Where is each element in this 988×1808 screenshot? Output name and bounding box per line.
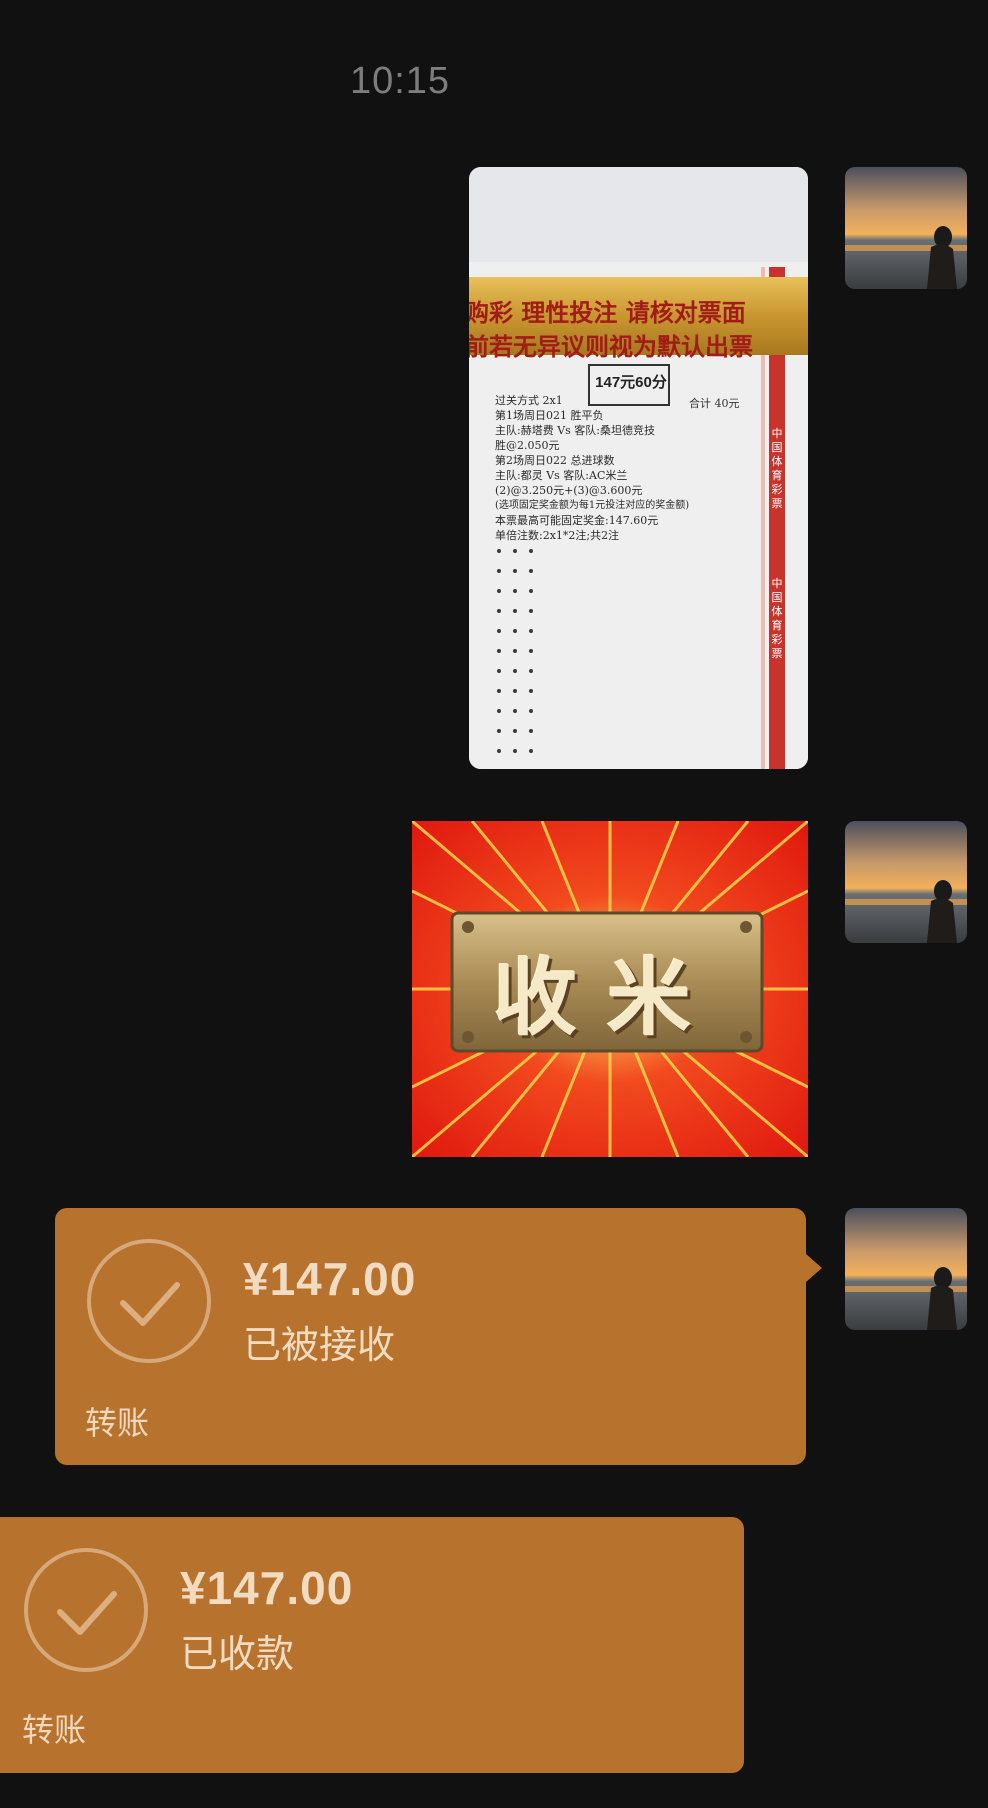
transfer-amount: ¥147.00 bbox=[243, 1253, 417, 1305]
ticket-line: (2)@3.250元+(3)@3.600元 bbox=[495, 484, 643, 497]
shoumi-sticker[interactable]: 收米 bbox=[412, 821, 808, 1157]
ticket-line: 第2场周日022 总进球数 bbox=[495, 454, 615, 467]
transfer-status: 已收款 bbox=[180, 1634, 295, 1676]
transfer-label: 转账 bbox=[22, 1712, 87, 1748]
ticket-line: 第1场周日021 胜平负 bbox=[495, 409, 604, 422]
chat-timestamp: 10:15 bbox=[349, 60, 451, 102]
ticket-line: 胜@2.050元 bbox=[495, 439, 560, 452]
avatar[interactable] bbox=[845, 821, 967, 943]
ticket-banner-line1: 购彩 理性投注 请核对票面 bbox=[469, 299, 746, 327]
transfer-bubble[interactable]: ¥147.00 已被接收 转账 bbox=[55, 1208, 806, 1465]
ticket-line: 过关方式 2x1 bbox=[495, 394, 563, 407]
check-circle-icon bbox=[87, 1239, 211, 1363]
ticket-line: (选项固定奖金额为每1元投注对应的奖金额) bbox=[495, 500, 690, 511]
avatar[interactable] bbox=[845, 1208, 967, 1330]
ticket-lines: 过关方式 2x1 第1场周日021 胜平负 主队:赫塔费 Vs 客队:桑坦德竞技… bbox=[495, 393, 755, 543]
sticker-text: 收米 bbox=[492, 948, 721, 1047]
ticket-stamp: 147元60分 bbox=[595, 374, 667, 391]
transfer-bubble[interactable]: ¥147.00 已收款 转账 bbox=[0, 1517, 744, 1773]
ticket-line: 主队:赫塔费 Vs 客队:桑坦德竞技 bbox=[495, 424, 655, 437]
ticket-side-text: 中国体育彩票 bbox=[771, 578, 783, 660]
bubble-tail bbox=[806, 1254, 822, 1282]
check-circle-icon bbox=[24, 1548, 148, 1672]
ticket-line: 本票最高可能固定奖金:147.60元 bbox=[495, 514, 659, 527]
ticket-line: 主队:都灵 Vs 客队:AC米兰 bbox=[495, 469, 628, 482]
ticket-line: 单倍注数:2x1*2注;共2注 bbox=[495, 529, 620, 542]
ticket-side-text: 中国体育彩票 bbox=[771, 428, 783, 510]
transfer-amount: ¥147.00 bbox=[180, 1562, 354, 1614]
transfer-status: 已被接收 bbox=[243, 1325, 396, 1367]
transfer-label: 转账 bbox=[85, 1405, 150, 1441]
lottery-ticket-photo[interactable]: 购彩 理性投注 请核对票面 前若无异议则视为默认出票 147元60分 合计 40… bbox=[469, 167, 808, 769]
avatar[interactable] bbox=[845, 167, 967, 289]
ticket-banner-line2: 前若无异议则视为默认出票 bbox=[469, 333, 753, 361]
